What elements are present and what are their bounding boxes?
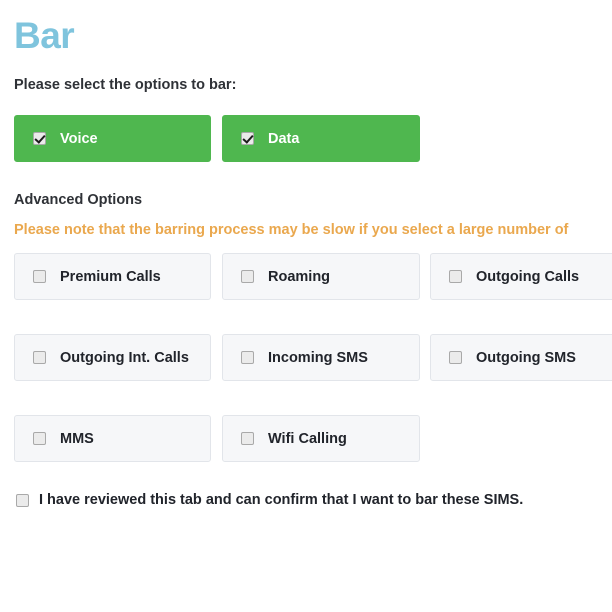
advanced-options-grid: Premium Calls Roaming Outgoing Calls Outgoi… (14, 253, 612, 496)
checkbox-mms[interactable] (33, 432, 46, 445)
advanced-options-warning: Please note that the barring process may… (14, 222, 569, 238)
primary-options-row: Voice Data (14, 115, 612, 162)
checkbox-incoming-sms[interactable] (241, 351, 254, 364)
select-options-label: Please select the options to bar: (14, 77, 237, 93)
page-title: Bar (14, 15, 75, 56)
option-box-data[interactable]: Data (222, 115, 420, 162)
option-label-data: Data (268, 130, 300, 147)
option-box-voice[interactable]: Voice (14, 115, 211, 162)
option-label-mms: MMS (60, 430, 94, 447)
advanced-options-row: Premium Calls Roaming Outgoing Calls (14, 253, 612, 300)
checkbox-outgoing-int-calls[interactable] (33, 351, 46, 364)
advanced-options-row: MMS Wifi Calling (14, 415, 612, 462)
bar-options-page: Bar Please select the options to bar: Vo… (0, 0, 612, 612)
advanced-options-row: Outgoing Int. Calls Incoming SMS Outgoing … (14, 334, 612, 381)
confirm-bar-sims-row[interactable]: I have reviewed this tab and can confirm… (14, 492, 523, 508)
checkbox-data[interactable] (241, 132, 254, 145)
checkbox-wifi-calling[interactable] (241, 432, 254, 445)
checkbox-roaming[interactable] (241, 270, 254, 283)
option-box-roaming[interactable]: Roaming (222, 253, 420, 300)
option-label-voice: Voice (60, 130, 98, 147)
option-label-roaming: Roaming (268, 268, 331, 285)
option-box-incoming-sms[interactable]: Incoming SMS (222, 334, 420, 381)
checkbox-outgoing-calls[interactable] (449, 270, 462, 283)
advanced-options-heading: Advanced Options (14, 192, 143, 208)
option-box-outgoing-calls[interactable]: Outgoing Calls (430, 253, 612, 300)
option-box-outgoing-sms[interactable]: Outgoing SMS (430, 334, 612, 381)
confirm-checkbox[interactable] (16, 493, 29, 507)
option-box-wifi-calling[interactable]: Wifi Calling (222, 415, 420, 462)
checkbox-outgoing-sms[interactable] (449, 351, 462, 364)
confirm-label: I have reviewed this tab and can confirm… (39, 492, 524, 508)
option-box-outgoing-int-calls[interactable]: Outgoing Int. Calls (14, 334, 211, 381)
option-label-premium-calls: Premium Calls (60, 268, 161, 285)
option-label-outgoing-calls: Outgoing Calls (476, 268, 580, 285)
option-label-outgoing-sms: Outgoing SMS (476, 349, 576, 366)
option-box-premium-calls[interactable]: Premium Calls (14, 253, 211, 300)
option-label-wifi-calling: Wifi Calling (268, 430, 347, 447)
checkbox-premium-calls[interactable] (33, 270, 46, 283)
option-label-incoming-sms: Incoming SMS (268, 349, 368, 366)
checkbox-voice[interactable] (33, 132, 46, 145)
option-label-outgoing-int-calls: Outgoing Int. Calls (60, 349, 189, 366)
option-box-mms[interactable]: MMS (14, 415, 211, 462)
